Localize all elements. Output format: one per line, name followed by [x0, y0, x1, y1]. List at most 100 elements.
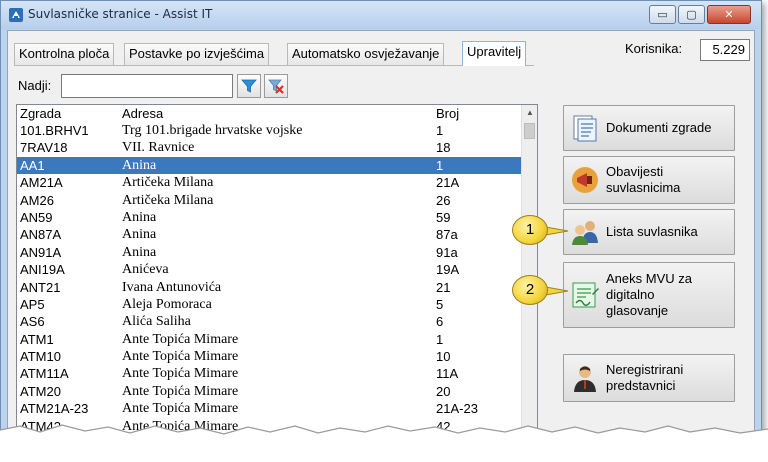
cell-broj: 21 [436, 279, 451, 295]
app-window: Suvlasničke stranice - Assist IT ▭ ▢ ✕ K… [0, 0, 762, 440]
close-button[interactable]: ✕ [707, 5, 751, 24]
person-icon [574, 366, 596, 392]
table-row[interactable]: AS6 Alića Saliha 6 [17, 313, 523, 330]
cell-broj: 21A-23 [436, 401, 478, 417]
tab-divider [14, 65, 534, 66]
filter-button[interactable] [237, 74, 261, 98]
close-icon: ✕ [724, 8, 734, 21]
cell-zgrada: AA1 [20, 157, 45, 173]
cell-zgrada: ATM10 [20, 349, 61, 365]
signed-document-icon [572, 282, 599, 308]
column-header-adresa[interactable]: Adresa [122, 105, 163, 122]
cell-zgrada: AP5 [20, 296, 45, 312]
table-row[interactable]: ATM11A Ante Topića Mimare 11A [17, 365, 523, 382]
cell-zgrada: ATM20 [20, 383, 61, 399]
table-row[interactable]: AN59 Anina 59 [17, 209, 523, 226]
tab-upravitelj[interactable]: Upravitelj [462, 41, 527, 66]
table-row[interactable]: ATM1 Ante Topića Mimare 1 [17, 331, 523, 348]
torn-edge [0, 424, 768, 462]
table-row[interactable]: ATM21A-23 Ante Topića Mimare 21A-23 [17, 400, 523, 417]
cell-zgrada: ANI19A [20, 262, 65, 278]
cell-zgrada: 101.BRHV1 [20, 123, 89, 138]
cell-broj: 87a [436, 227, 458, 243]
table-row[interactable]: 101.BRHV1 Trg 101.brigade hrvatske vojske… [17, 122, 523, 139]
cell-broj: 10 [436, 349, 451, 365]
tab-postavke-po-izvjescima[interactable]: Postavke po izvješćima [124, 43, 270, 65]
cell-adresa: Anićeva [122, 262, 169, 278]
scrollbar-thumb[interactable] [524, 123, 535, 139]
table-row[interactable]: AP5 Aleja Pomoraca 5 [17, 296, 523, 313]
cell-broj: 1 [436, 331, 444, 347]
cell-zgrada: ATM11A [20, 366, 69, 382]
documents-icon [573, 115, 597, 142]
users-count-label: Korisnika: [625, 41, 683, 56]
column-header-broj[interactable]: Broj [436, 105, 459, 122]
table-row[interactable]: AN87A Anina 87a [17, 226, 523, 243]
dokumenti-zgrade-label: Dokumenti zgrade [606, 120, 712, 135]
clear-filter-button[interactable] [264, 74, 288, 98]
cell-broj: 26 [436, 192, 451, 208]
cell-zgrada: AS6 [20, 314, 45, 330]
cell-broj: 19A [436, 262, 460, 278]
cell-broj: 1 [436, 157, 444, 173]
table-row[interactable]: 7RAV18 VII. Ravnice 18 [17, 139, 523, 156]
table-row[interactable]: ATM20 Ante Topića Mimare 20 [17, 383, 523, 400]
cell-adresa: Anina [122, 209, 157, 225]
cell-adresa: Ivana Antunovića [122, 279, 222, 295]
cell-adresa: VII. Ravnice [122, 140, 195, 156]
maximize-icon: ▢ [686, 8, 697, 21]
users-count-value: 5.229 [700, 39, 750, 61]
app-icon [9, 8, 23, 22]
minimize-icon: ▭ [657, 8, 668, 21]
cell-adresa: Anina [122, 157, 157, 173]
tab-automatsko-osvjezavanje[interactable]: Automatsko osvježavanje [287, 43, 445, 65]
vertical-scrollbar[interactable]: ▲ [521, 105, 537, 439]
cell-zgrada: ANT21 [20, 279, 61, 295]
filter-icon [241, 79, 257, 93]
cell-adresa: Alića Saliha [122, 314, 191, 330]
lista-suvlasnika-button[interactable]: Lista suvlasnika [563, 209, 735, 255]
cell-adresa: Ante Topića Mimare [122, 401, 239, 417]
table-row[interactable]: AN91A Anina 91a [17, 244, 523, 261]
cell-zgrada: 7RAV18 [20, 140, 68, 156]
table-row[interactable]: ATM10 Ante Topića Mimare 10 [17, 348, 523, 365]
column-header-zgrada[interactable]: Zgrada [20, 105, 61, 122]
minimize-button[interactable]: ▭ [649, 5, 676, 24]
tab-kontrolna-ploca[interactable]: Kontrolna ploča [14, 43, 115, 65]
cell-broj: 59 [436, 209, 451, 225]
cell-zgrada: ATM21A-23 [20, 401, 89, 417]
neregistrirani-predstavnici-button[interactable]: Neregistrirani predstavnici [563, 354, 735, 402]
maximize-button[interactable]: ▢ [678, 5, 705, 24]
scroll-up-icon[interactable]: ▲ [522, 105, 537, 121]
title-bar[interactable]: Suvlasničke stranice - Assist IT ▭ ▢ ✕ [1, 1, 761, 29]
cell-adresa: Artičeka Milana [122, 175, 214, 191]
cell-broj: 1 [436, 123, 444, 138]
cell-broj: 21A [436, 175, 460, 191]
main-panel: Kontrolna ploča Postavke po izvješćima A… [7, 30, 755, 439]
callout-2: 2 [512, 275, 548, 305]
cell-broj: 6 [436, 314, 444, 330]
cell-zgrada: ATM1 [20, 331, 54, 347]
table-row[interactable]: AM21A Artičeka Milana 21A [17, 174, 523, 191]
table-row[interactable]: AA1 Anina 1 [17, 156, 523, 175]
cell-adresa: Ante Topića Mimare [122, 366, 239, 382]
search-label: Nadji: [18, 78, 52, 93]
megaphone-icon [572, 167, 598, 193]
obavijesti-suvlasnicima-button[interactable]: Obavijesti suvlasnicima [563, 156, 735, 204]
neregistrirani-predstavnici-label: Neregistrirani predstavnici [606, 362, 684, 393]
cell-adresa: Anina [122, 244, 157, 260]
table-row[interactable]: ANT21 Ivana Antunovića 21 [17, 279, 523, 296]
buildings-grid[interactable]: Zgrada Adresa Broj 101.BRHV1 Trg 101.brig… [16, 104, 538, 439]
cell-zgrada: AN87A [20, 227, 62, 243]
search-input[interactable] [61, 74, 233, 98]
callout-1: 1 [512, 215, 548, 245]
aneks-mvu-button[interactable]: Aneks MVU za digitalno glasovanje [563, 262, 735, 328]
cell-zgrada: AM26 [20, 192, 54, 208]
lista-suvlasnika-label: Lista suvlasnika [606, 224, 698, 239]
cell-zgrada: AM21A [20, 175, 63, 191]
cell-adresa: Trg 101.brigade hrvatske vojske [122, 123, 303, 138]
table-row[interactable]: ANI19A Anićeva 19A [17, 261, 523, 278]
table-row[interactable]: AM26 Artičeka Milana 26 [17, 192, 523, 209]
dokumenti-zgrade-button[interactable]: Dokumenti zgrade [563, 105, 735, 151]
cell-adresa: Anina [122, 227, 157, 243]
